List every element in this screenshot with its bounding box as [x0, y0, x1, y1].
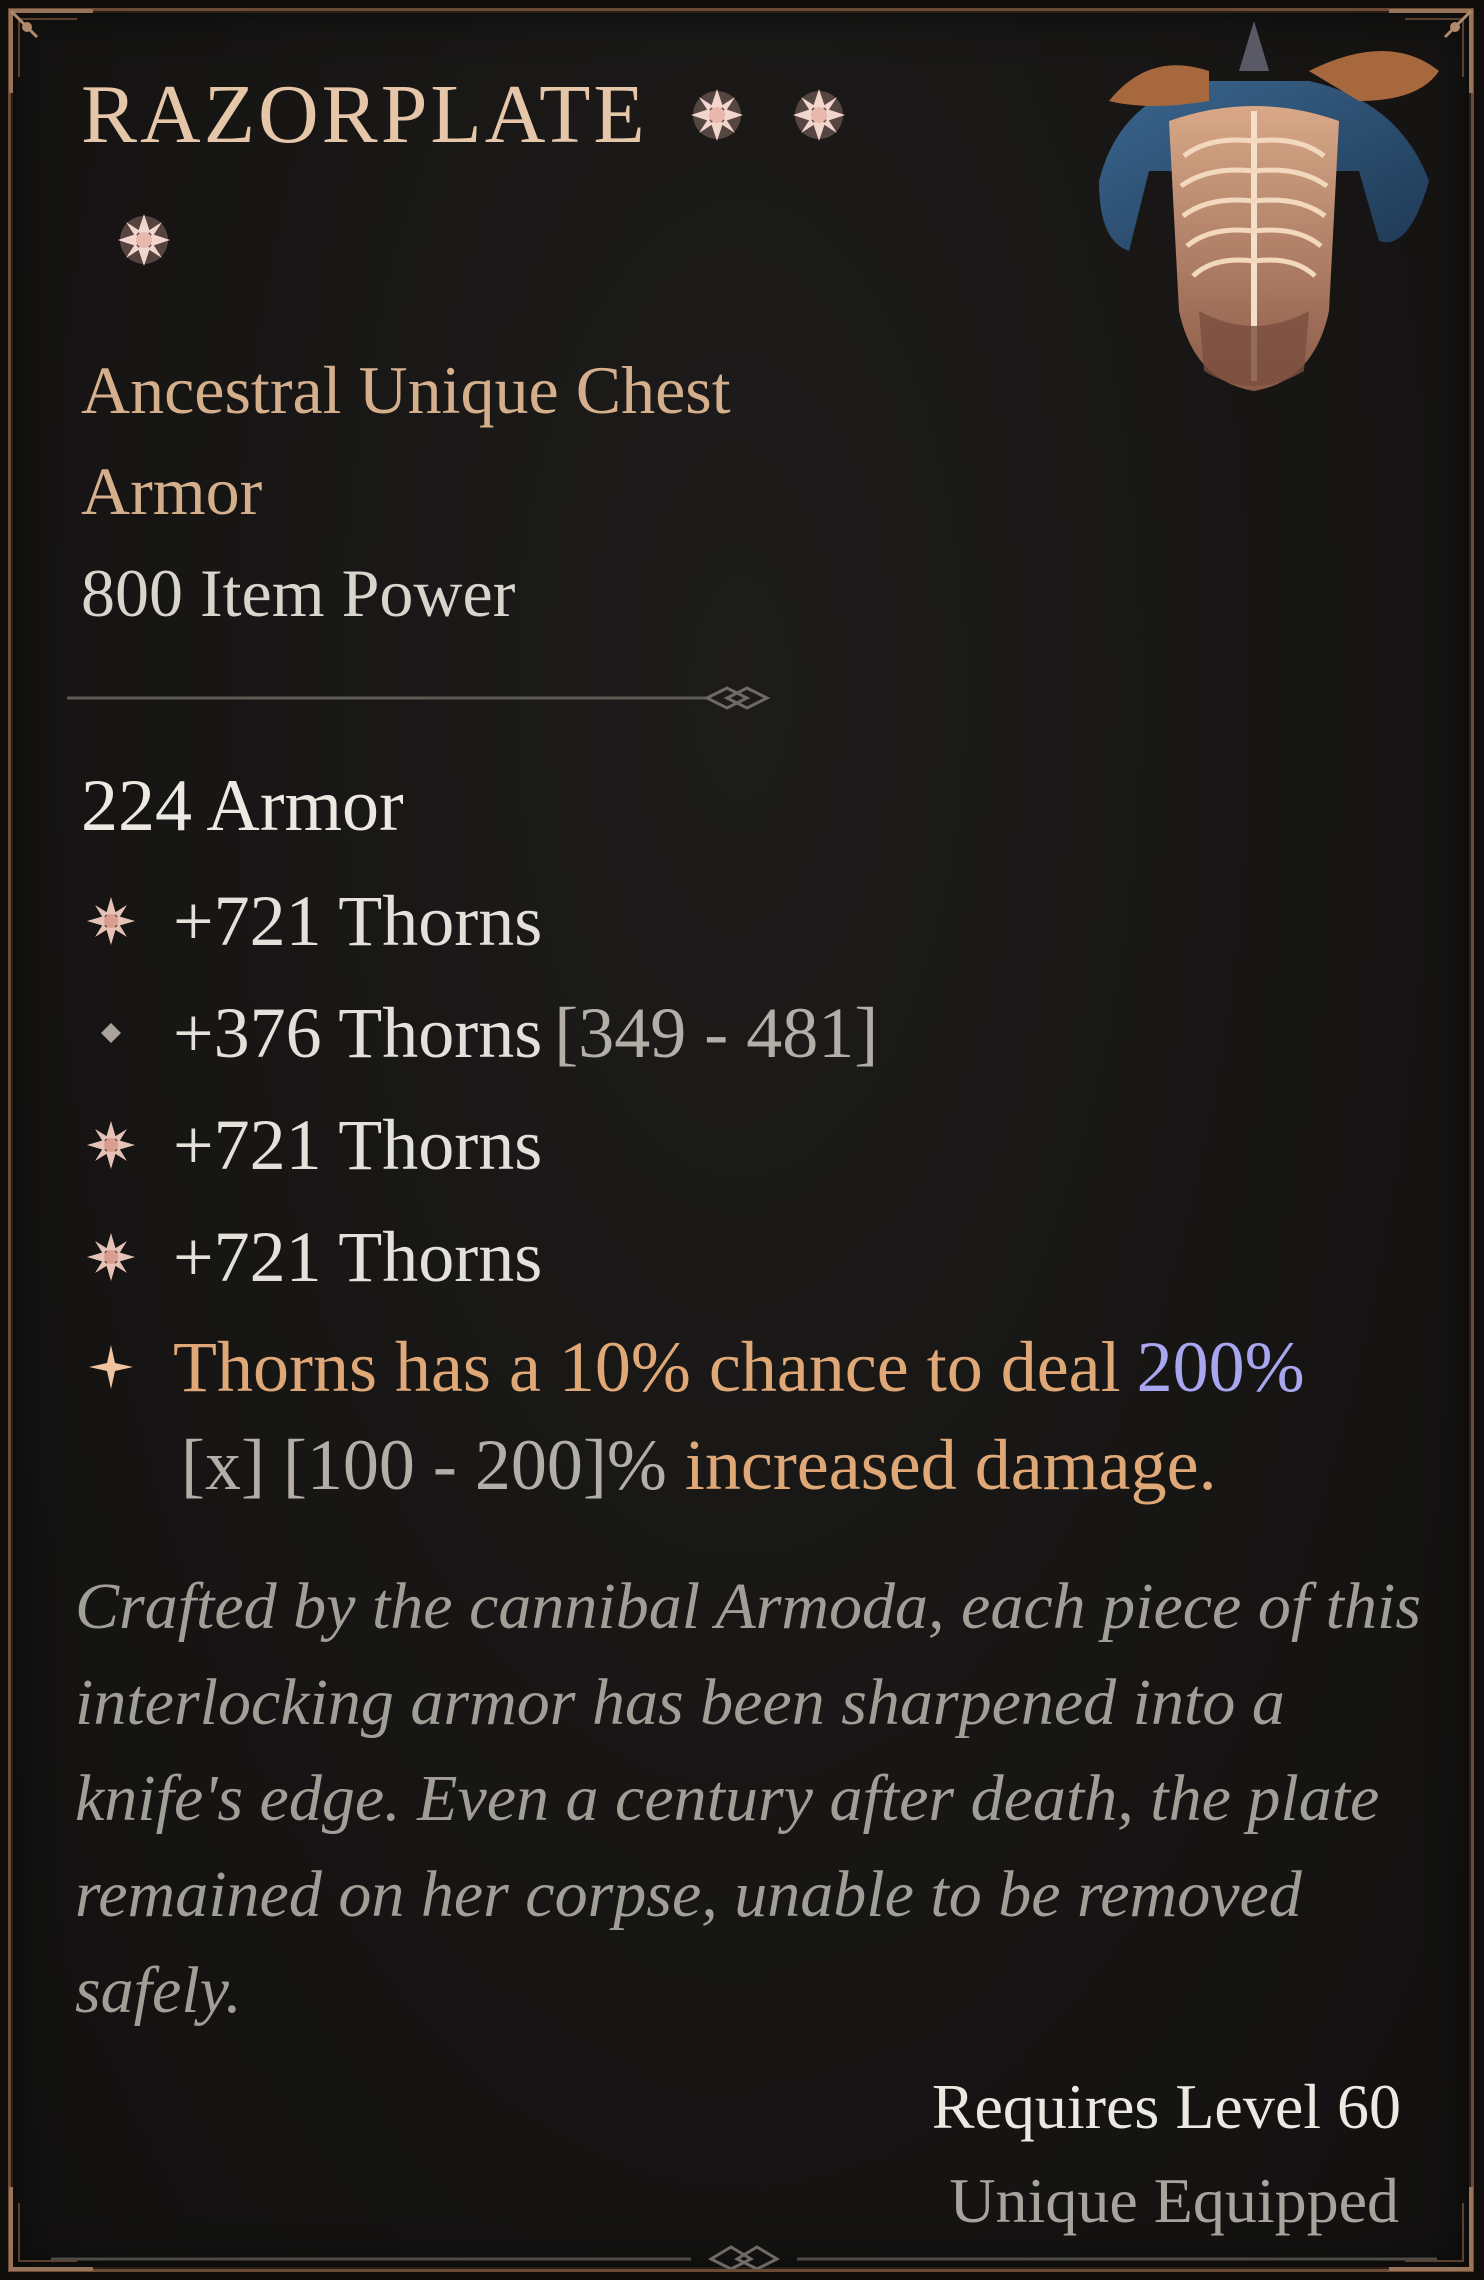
affix-line: +721 Thorns — [81, 1109, 542, 1181]
item-title-row: RAZORPLATE — [81, 73, 852, 157]
base-armor-stat: 224 Armor — [81, 765, 404, 847]
gem-affix-icon — [87, 1233, 135, 1281]
affix-diamond-icon — [101, 1023, 121, 1043]
socketed-gem-icon[interactable] — [684, 82, 750, 148]
equip-rule: Unique Equipped — [949, 2165, 1399, 2236]
affix-line: +721 Thorns — [81, 885, 542, 957]
item-tooltip: RAZORPLATE Ancestral Unique Chest Armor … — [8, 8, 1474, 2272]
level-requirement: Requires Level 60 — [931, 2071, 1401, 2142]
item-slot-line: Armor — [81, 453, 263, 529]
unique-power-text-end: increased damage. — [684, 1425, 1217, 1505]
bottom-divider — [51, 2245, 1437, 2269]
socketed-gem-icon[interactable] — [786, 82, 852, 148]
affix-range: [349 - 481] — [554, 993, 879, 1073]
gem-affix-icon — [87, 1121, 135, 1169]
unique-power: Thorns has a 10% chance to deal 200% [x]… — [81, 1331, 1421, 1501]
affix-line: +376 Thorns [349 - 481] — [81, 997, 878, 1069]
section-divider — [67, 686, 771, 710]
affix-text: +376 Thorns — [173, 993, 543, 1073]
unique-star-icon — [89, 1345, 133, 1389]
socketed-gem-icon[interactable] — [111, 207, 177, 273]
affix-line: +721 Thorns — [81, 1221, 542, 1293]
affix-text: +721 Thorns — [173, 881, 543, 961]
unique-power-multiplier: [x] [100 - 200]% — [181, 1425, 667, 1505]
unique-power-value: 200% — [1136, 1327, 1305, 1407]
gem-affix-icon — [87, 897, 135, 945]
flavor-text: Crafted by the cannibal Armoda, each pie… — [75, 1570, 1422, 2027]
item-power: 800 Item Power — [81, 555, 516, 631]
razorplate-chest-armor-icon — [1099, 21, 1439, 391]
unique-power-text: Thorns has a 10% chance to deal — [173, 1327, 1121, 1407]
item-name: RAZORPLATE — [81, 68, 648, 161]
item-type-line: Ancestral Unique Chest — [81, 352, 731, 428]
affix-text: +721 Thorns — [173, 1105, 543, 1185]
affix-text: +721 Thorns — [173, 1217, 543, 1297]
